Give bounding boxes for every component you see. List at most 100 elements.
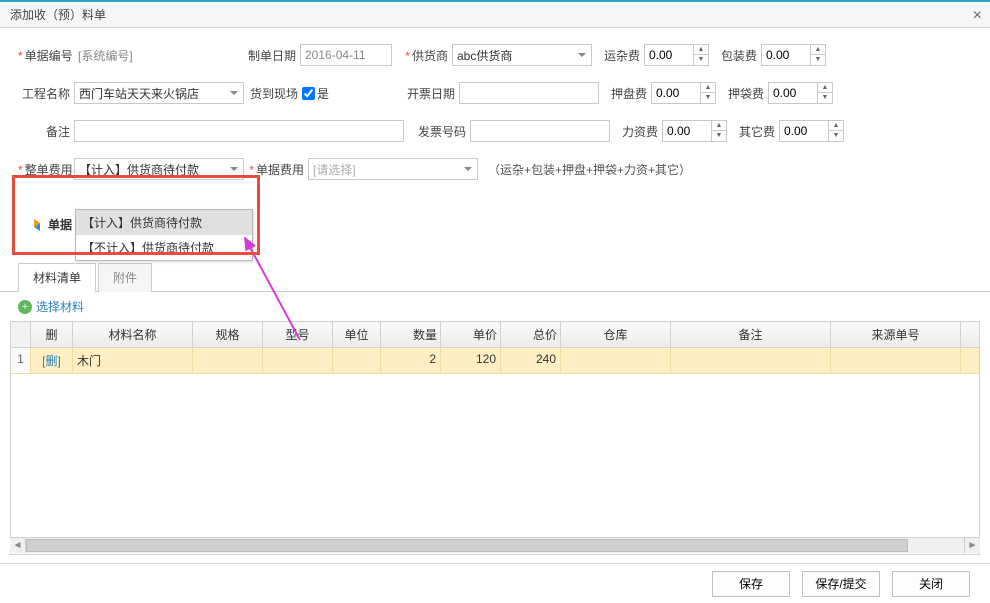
spin-up-icon[interactable]: ▲: [701, 83, 715, 93]
dropdown-item-exclude[interactable]: 【不计入】供货商待付款: [76, 235, 252, 260]
col-index: [11, 322, 31, 347]
form-row-2: 工程名称 西门车站天天来火锅店 货到现场 是 开票日期 押盘费 ▲▼ 押袋费 ▲…: [18, 81, 972, 105]
col-src: 来源单号: [831, 322, 961, 347]
add-icon: +: [18, 300, 32, 314]
col-model: 型号: [263, 322, 333, 347]
label-invoice-date: 开票日期: [401, 85, 459, 102]
label-item-fee: *单据费用: [244, 161, 308, 178]
spin-pallet[interactable]: ▲▼: [651, 82, 716, 104]
add-material-link[interactable]: 选择材料: [36, 298, 84, 315]
spin-freight[interactable]: ▲▼: [644, 44, 709, 66]
spin-down-icon[interactable]: ▼: [818, 93, 832, 103]
doc-shortcut[interactable]: 单据: [30, 216, 72, 233]
label-freight: 运杂费: [592, 47, 644, 64]
spin-packing[interactable]: ▲▼: [761, 44, 826, 66]
spin-up-icon[interactable]: ▲: [694, 45, 708, 55]
spin-up-icon[interactable]: ▲: [811, 45, 825, 55]
scroll-thumb[interactable]: [26, 539, 908, 552]
grid-header: 删 材料名称 规格 型号 单位 数量 单价 总价 仓库 备注 来源单号: [11, 322, 979, 348]
label-supplier: *供货商: [392, 47, 452, 64]
input-invoice-no[interactable]: [470, 120, 610, 142]
col-del: 删: [31, 322, 73, 347]
spin-other[interactable]: ▲▼: [779, 120, 844, 142]
scroll-right-icon[interactable]: ►: [964, 538, 980, 553]
label-doc-no: *单据编号: [18, 47, 74, 64]
col-remark: 备注: [671, 322, 831, 347]
select-total-fee[interactable]: 【计入】供货商待付款: [74, 158, 244, 180]
spin-down-icon[interactable]: ▼: [829, 131, 843, 141]
spin-bag[interactable]: ▲▼: [768, 82, 833, 104]
scroll-left-icon[interactable]: ◄: [10, 538, 26, 553]
grid-toolbar: + 选择材料: [0, 292, 990, 321]
cell-qty[interactable]: 2: [381, 348, 441, 373]
spin-down-icon[interactable]: ▼: [701, 93, 715, 103]
col-total: 总价: [501, 322, 561, 347]
select-item-fee[interactable]: [请选择]: [308, 158, 478, 180]
col-unit: 单位: [333, 322, 381, 347]
label-packing: 包装费: [709, 47, 761, 64]
input-remark[interactable]: [74, 120, 404, 142]
label-remark: 备注: [18, 123, 74, 140]
select-supplier[interactable]: abc供货商: [452, 44, 592, 66]
spin-up-icon[interactable]: ▲: [712, 121, 726, 131]
cell-name[interactable]: 木门: [73, 348, 193, 373]
dropdown-item-include[interactable]: 【计入】供货商待付款: [76, 210, 252, 235]
table-row[interactable]: 1 [删] 木门 2 120 240: [11, 348, 979, 374]
tab-materials[interactable]: 材料清单: [18, 263, 96, 292]
cell-wh[interactable]: [561, 348, 671, 373]
horizontal-scrollbar[interactable]: ◄ ►: [10, 537, 980, 553]
label-project: 工程名称: [18, 85, 74, 102]
cell-price[interactable]: 120: [441, 348, 501, 373]
delete-link[interactable]: [删]: [42, 354, 61, 368]
select-project[interactable]: 西门车站天天来火锅店: [74, 82, 244, 104]
form-row-3: 备注 发票号码 力资费 ▲▼ 其它费 ▲▼: [18, 119, 972, 143]
input-invoice-date[interactable]: [459, 82, 599, 104]
col-qty: 数量: [381, 322, 441, 347]
spin-down-icon[interactable]: ▼: [811, 55, 825, 65]
spin-labor[interactable]: ▲▼: [662, 120, 727, 142]
spin-down-icon[interactable]: ▼: [712, 131, 726, 141]
label-arrive: 货到现场: [244, 85, 302, 102]
label-invoice-no: 发票号码: [404, 123, 470, 140]
doc-arrow-icon: [30, 219, 44, 231]
cell-index: 1: [11, 348, 31, 373]
label-arrive-yes: 是: [317, 85, 401, 102]
form-area: *单据编号 [系统编号] 制单日期 *供货商 abc供货商 运杂费 ▲▼ 包装费…: [0, 28, 990, 200]
col-wh: 仓库: [561, 322, 671, 347]
cell-unit[interactable]: [333, 348, 381, 373]
close-button[interactable]: 关闭: [892, 571, 970, 597]
spin-up-icon[interactable]: ▲: [829, 121, 843, 131]
doc-short-label: 单据: [48, 216, 72, 233]
label-make-date: 制单日期: [244, 47, 300, 64]
grid-materials: 删 材料名称 规格 型号 单位 数量 单价 总价 仓库 备注 来源单号 1 [删…: [10, 321, 980, 555]
fee-note: （运杂+包装+押盘+押袋+力资+其它）: [488, 161, 691, 178]
label-pallet: 押盘费: [599, 85, 651, 102]
input-make-date[interactable]: [300, 44, 392, 66]
form-row-1: *单据编号 [系统编号] 制单日期 *供货商 abc供货商 运杂费 ▲▼ 包装费…: [18, 43, 972, 67]
cell-total[interactable]: 240: [501, 348, 561, 373]
label-labor: 力资费: [610, 123, 662, 140]
label-other: 其它费: [727, 123, 779, 140]
dropdown-total-fee: 【计入】供货商待付款 【不计入】供货商待付款: [75, 209, 253, 261]
cell-src[interactable]: [831, 348, 961, 373]
cell-model[interactable]: [263, 348, 333, 373]
label-total-fee: *整单费用: [18, 161, 74, 178]
col-spec: 规格: [193, 322, 263, 347]
form-row-4: *整单费用 【计入】供货商待付款 *单据费用 [请选择] （运杂+包装+押盘+押…: [18, 157, 972, 181]
save-submit-button[interactable]: 保存/提交: [802, 571, 880, 597]
label-bag: 押袋费: [716, 85, 768, 102]
cell-remark[interactable]: [671, 348, 831, 373]
footer: 保存 保存/提交 关闭: [0, 563, 990, 603]
tab-attachments[interactable]: 附件: [98, 263, 152, 292]
col-price: 单价: [441, 322, 501, 347]
value-doc-no: [系统编号]: [74, 47, 244, 64]
save-button[interactable]: 保存: [712, 571, 790, 597]
spin-up-icon[interactable]: ▲: [818, 83, 832, 93]
close-icon[interactable]: ×: [973, 7, 982, 25]
titlebar: 添加收（预）料单 ×: [0, 0, 990, 28]
tabs: 材料清单 附件: [0, 262, 990, 292]
spin-down-icon[interactable]: ▼: [694, 55, 708, 65]
cell-spec[interactable]: [193, 348, 263, 373]
col-name: 材料名称: [73, 322, 193, 347]
checkbox-arrive[interactable]: [302, 87, 315, 100]
